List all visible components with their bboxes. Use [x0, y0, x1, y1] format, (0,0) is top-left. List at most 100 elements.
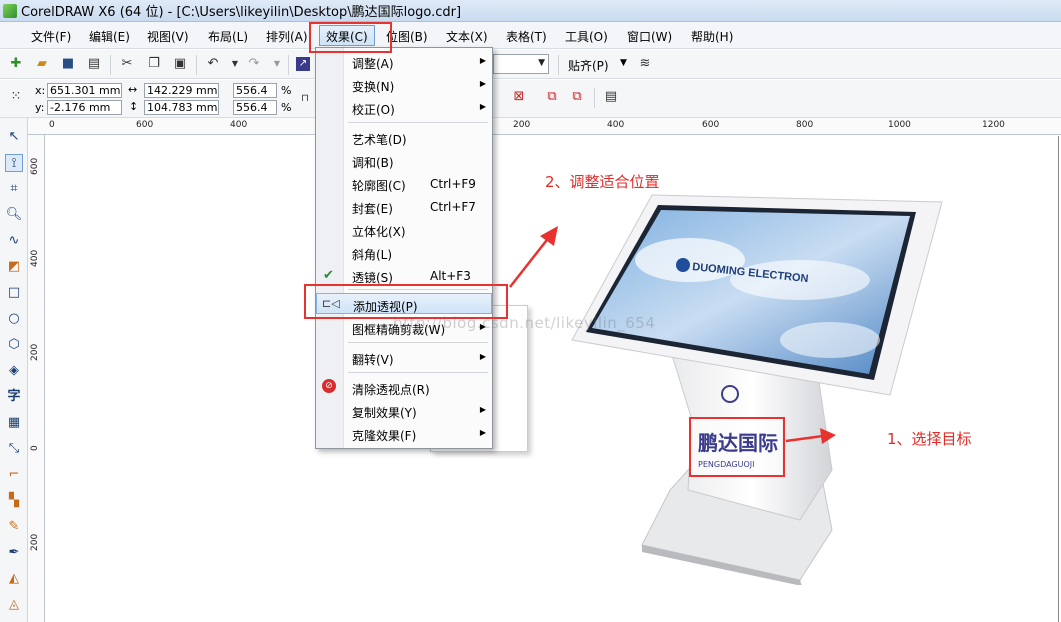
- ruler-tick-label: 800: [796, 120, 814, 130]
- x-position-field[interactable]: 651.301 mm: [47, 83, 122, 98]
- zoom-level-combo[interactable]: ▼: [493, 54, 549, 74]
- zoom-tool-icon[interactable]: 🔍︎: [5, 206, 23, 224]
- menu-table[interactable]: 表格(T): [506, 28, 547, 45]
- fill-tool-icon[interactable]: ◭: [5, 570, 23, 588]
- menu-view[interactable]: 视图(V): [147, 28, 189, 45]
- menu-item-clone-effect[interactable]: 克隆效果(F) ▶: [316, 423, 492, 444]
- menu-item-extrude[interactable]: 立体化(X): [316, 219, 492, 240]
- toolbar-separator: [196, 55, 197, 75]
- scale-x-field[interactable]: 556.4: [233, 83, 277, 98]
- menu-item-copy-effect[interactable]: 复制效果(Y) ▶: [316, 400, 492, 421]
- menu-item-blend[interactable]: 调和(B): [316, 150, 492, 171]
- paste-icon[interactable]: ▣: [173, 57, 187, 71]
- menu-item-label: 调整(A): [352, 57, 394, 71]
- undo-dropdown-icon[interactable]: ▼: [228, 57, 242, 71]
- open-folder-icon[interactable]: ▰: [35, 57, 49, 71]
- snap-to-label[interactable]: 贴齐(P): [568, 57, 609, 74]
- clear-perspective-icon: ⊘: [322, 379, 336, 393]
- blend-tool-icon[interactable]: ▚: [5, 492, 23, 510]
- submenu-arrow-icon: ▶: [479, 102, 486, 111]
- menu-tools[interactable]: 工具(O): [565, 28, 608, 45]
- polygon-tool-icon[interactable]: ⬡: [5, 336, 23, 354]
- menu-edit[interactable]: 编辑(E): [89, 28, 130, 45]
- menu-item-label: 艺术笔(D): [352, 133, 407, 147]
- scale-y-field[interactable]: 556.4: [233, 100, 277, 115]
- vertical-ruler[interactable]: 600 400 200 0 200: [28, 135, 45, 622]
- menu-item-label: 立体化(X): [352, 225, 406, 239]
- menu-item-artistic-media[interactable]: 艺术笔(D): [316, 127, 492, 148]
- trim-icon[interactable]: ⊠: [512, 90, 526, 104]
- new-document-icon[interactable]: ✚: [9, 57, 23, 71]
- menu-item-lens[interactable]: ✔ 透镜(S) Alt+F3: [316, 265, 492, 286]
- text-tool-icon[interactable]: 字: [5, 388, 23, 406]
- menu-item-bevel[interactable]: 斜角(L): [316, 242, 492, 263]
- simplify-icon[interactable]: ⧉: [570, 90, 584, 104]
- height-field[interactable]: 104.783 mm: [144, 100, 219, 115]
- shape-tool-icon[interactable]: ⟟: [5, 154, 23, 172]
- lock-ratio-icon[interactable]: ⊓: [298, 92, 312, 106]
- horizontal-ruler[interactable]: 0 600 400 200 400 600 800 1000 1200: [28, 118, 1061, 135]
- menu-item-clear-perspective[interactable]: ⊘ 清除透视点(R): [316, 377, 492, 398]
- outline-pen-icon[interactable]: ✒: [5, 544, 23, 562]
- menu-help[interactable]: 帮助(H): [691, 28, 733, 45]
- print-icon[interactable]: ▤: [87, 57, 101, 71]
- y-position-field[interactable]: -2.176 mm: [47, 100, 122, 115]
- rectangle-tool-icon[interactable]: □: [5, 284, 23, 302]
- submenu-arrow-icon: ▶: [479, 56, 486, 65]
- toolbar-separator: [288, 55, 289, 75]
- connector-tool-icon[interactable]: ⌐: [5, 466, 23, 484]
- menu-separator: [348, 122, 488, 123]
- submenu-arrow-icon: ▶: [479, 428, 486, 437]
- snap-dropdown-icon[interactable]: ▼: [620, 58, 627, 68]
- object-origin-icon[interactable]: ⁙: [9, 90, 23, 104]
- ellipse-tool-icon[interactable]: ○: [5, 310, 23, 328]
- dimension-tool-icon[interactable]: ⤡: [5, 440, 23, 458]
- menu-item-label: 斜角(L): [352, 248, 393, 262]
- redo-dropdown-icon[interactable]: ▼: [270, 57, 284, 71]
- menu-layout[interactable]: 布局(L): [208, 28, 248, 45]
- menu-item-label: 翻转(V): [352, 353, 394, 367]
- menu-item-adjust[interactable]: 调整(A) ▶: [316, 51, 492, 72]
- undo-icon[interactable]: ↶: [206, 57, 220, 71]
- align-icon[interactable]: ▤: [604, 90, 618, 104]
- x-label: x:: [35, 84, 46, 97]
- crop-tool-icon[interactable]: ⌗: [5, 180, 23, 198]
- menu-text[interactable]: 文本(X): [446, 28, 488, 45]
- table-tool-icon[interactable]: ▦: [5, 414, 23, 432]
- redo-icon[interactable]: ↷: [247, 57, 261, 71]
- pick-tool-icon[interactable]: ↖: [5, 128, 23, 146]
- menu-item-transform[interactable]: 变换(N) ▶: [316, 74, 492, 95]
- menu-window[interactable]: 窗口(W): [627, 28, 672, 45]
- submenu-arrow-icon: ▶: [479, 79, 486, 88]
- cut-icon[interactable]: ✂: [120, 57, 134, 71]
- smart-fill-icon[interactable]: ◩: [5, 258, 23, 276]
- menu-item-correction[interactable]: 校正(O) ▶: [316, 97, 492, 118]
- menu-separator: [348, 372, 488, 373]
- menu-file[interactable]: 文件(F): [31, 28, 71, 45]
- toolbar-separator: [110, 55, 111, 75]
- ruler-tick-label: 400: [230, 120, 248, 130]
- y-label: y:: [35, 101, 45, 114]
- chevron-down-icon: ▼: [538, 58, 545, 68]
- menu-item-envelope[interactable]: 封套(E) Ctrl+F7: [316, 196, 492, 217]
- ruler-tick-label: 600: [136, 120, 154, 130]
- menu-item-flip[interactable]: 翻转(V) ▶: [316, 347, 492, 368]
- menu-arrange[interactable]: 排列(A): [266, 28, 308, 45]
- menu-item-contour[interactable]: 轮廓图(C) Ctrl+F9: [316, 173, 492, 194]
- toolbar-separator: [558, 55, 559, 75]
- copy-icon[interactable]: ❐: [147, 57, 161, 71]
- save-icon[interactable]: ■: [61, 57, 75, 71]
- annotation-box-effects-menu: [309, 22, 392, 53]
- freehand-tool-icon[interactable]: ∿: [5, 232, 23, 250]
- import-icon[interactable]: ↗: [296, 57, 310, 71]
- menu-bitmaps[interactable]: 位图(B): [386, 28, 428, 45]
- basic-shapes-icon[interactable]: ◈: [5, 362, 23, 380]
- scale-x-percent: %: [281, 84, 292, 97]
- interactive-fill-icon[interactable]: ◬: [5, 596, 23, 614]
- eyedropper-tool-icon[interactable]: ✎: [5, 518, 23, 536]
- annotation-box-target-logo: [689, 417, 785, 477]
- menu-item-shortcut: Alt+F3: [430, 269, 471, 283]
- options-icon[interactable]: ≋: [638, 57, 652, 71]
- width-field[interactable]: 142.229 mm: [144, 83, 219, 98]
- intersect-icon[interactable]: ⧉: [545, 90, 559, 104]
